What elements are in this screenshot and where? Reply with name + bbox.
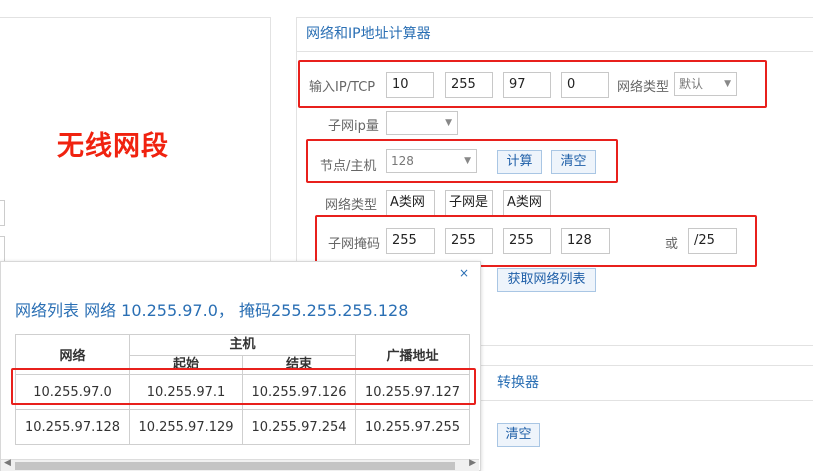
mask-label: 子网掩码 (328, 237, 381, 252)
converter-clear-button[interactable]: 清空 (497, 423, 540, 447)
hosts-select[interactable]: 128 ▼ (386, 149, 477, 173)
left-input-partial[interactable] (0, 236, 5, 262)
header-host: 主机 (128, 334, 357, 356)
mask-octet-3[interactable]: 255 (503, 228, 551, 254)
left-input-partial[interactable] (0, 200, 5, 226)
annotation-wireless-segment: 无线网段 (57, 131, 169, 162)
network-type-value: 默认 (679, 77, 704, 91)
scrollbar-thumb[interactable] (15, 462, 455, 470)
class-value-1[interactable]: A类网 (386, 190, 435, 216)
ip-octet-3[interactable]: 97 (503, 72, 551, 98)
subnet-count-select[interactable]: ▼ (386, 111, 458, 135)
class-value-2[interactable]: 子网是 (445, 190, 493, 216)
hosts-value: 128 (391, 154, 414, 168)
popup-horizontal-scrollbar[interactable]: ◀ ▶ (1, 458, 479, 471)
chevron-down-icon: ▼ (464, 156, 471, 166)
cell-end: 10.255.97.254 (241, 409, 357, 445)
hosts-label: 节点/主机 (320, 159, 377, 174)
cell-start: 10.255.97.129 (129, 409, 243, 445)
class-value-3[interactable]: A类网 (503, 190, 551, 216)
network-type-select[interactable]: 默认 ▼ (674, 72, 737, 96)
popup-title: 网络列表 网络 10.255.97.0， 掩码255.255.255.128 (15, 301, 409, 320)
divider (481, 400, 813, 401)
ip-octet-1[interactable]: 10 (386, 72, 434, 98)
cell-broadcast: 10.255.97.255 (355, 409, 471, 445)
ip-octet-2[interactable]: 255 (445, 72, 493, 98)
divider (481, 345, 813, 346)
close-icon[interactable]: × (459, 266, 469, 280)
get-network-list-button[interactable]: 获取网络列表 (497, 268, 596, 292)
ip-label: 输入IP/TCP (309, 80, 376, 95)
mask-octet-1[interactable]: 255 (386, 228, 435, 254)
scroll-right-icon[interactable]: ▶ (469, 458, 476, 468)
clear-button[interactable]: 清空 (551, 150, 596, 174)
divider (296, 51, 813, 52)
annotation-box-first-row (11, 368, 476, 405)
cell-network: 10.255.97.128 (15, 409, 130, 445)
table-row: 10.255.97.128 10.255.97.129 10.255.97.25… (15, 409, 471, 445)
network-type-label: 网络类型 (617, 80, 670, 95)
class-label: 网络类型 (325, 198, 378, 213)
or-label: 或 (665, 237, 679, 252)
converter-title: 转换器 (497, 375, 539, 391)
cidr-field[interactable]: /25 (688, 228, 737, 254)
chevron-down-icon: ▼ (445, 118, 452, 128)
calculator-title: 网络和IP地址计算器 (306, 26, 431, 42)
chevron-down-icon: ▼ (724, 79, 731, 89)
mask-octet-4[interactable]: 128 (561, 228, 610, 254)
subnet-count-label: 子网ip量 (328, 119, 379, 134)
ip-octet-4[interactable]: 0 (561, 72, 609, 98)
mask-octet-2[interactable]: 255 (445, 228, 493, 254)
calculate-button[interactable]: 计算 (497, 150, 542, 174)
scroll-left-icon[interactable]: ◀ (4, 458, 11, 468)
